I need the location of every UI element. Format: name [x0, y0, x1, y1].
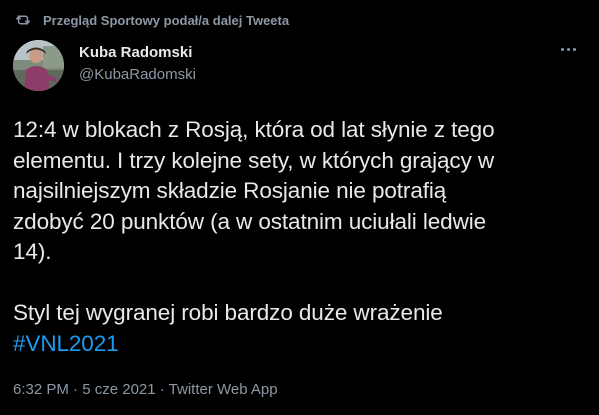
- hashtag-link[interactable]: #VNL2021: [13, 329, 588, 360]
- meta-separator: ·: [68, 381, 83, 398]
- tweet-date[interactable]: 5 cze 2021: [82, 381, 155, 398]
- more-dots-icon[interactable]: [559, 46, 577, 52]
- retweet-icon: [14, 11, 32, 29]
- author-block[interactable]: Kuba Radomski @KubaRadomski: [79, 43, 196, 85]
- tweet-line: 12:4 w blokach z Rosją, która od lat sły…: [13, 117, 495, 142]
- tweet-line: zdobyć 20 punktów (a w ostatnim uciułali…: [13, 208, 487, 234]
- author-handle[interactable]: @KubaRadomski: [79, 65, 196, 85]
- tweet-source[interactable]: Twitter Web App: [169, 381, 278, 398]
- author-name[interactable]: Kuba Radomski: [79, 43, 196, 63]
- tweet-line: elementu. I trzy kolejne sety, w których…: [13, 147, 495, 173]
- retweet-context[interactable]: Przegląd Sportowy podał/a dalej Tweeta: [14, 9, 289, 31]
- tweet-line: 14).: [13, 239, 52, 264]
- retweet-label[interactable]: Przegląd Sportowy podał/a dalej Tweeta: [43, 13, 289, 28]
- tweet-time[interactable]: 6:32 PM: [13, 381, 69, 398]
- avatar[interactable]: [13, 40, 64, 91]
- tweet-line: najsilniejszym składzie Rosjanie nie pot…: [13, 178, 447, 203]
- meta-separator: ·: [155, 381, 169, 398]
- tweet-meta: 6:32 PM · 5 cze 2021 · Twitter Web App: [13, 381, 278, 398]
- tweet-line: Styl tej wygranej robi bardzo duże wraże…: [13, 300, 443, 325]
- tweet-text: 12:4 w blokach z Rosją, która od lat sły…: [13, 115, 588, 359]
